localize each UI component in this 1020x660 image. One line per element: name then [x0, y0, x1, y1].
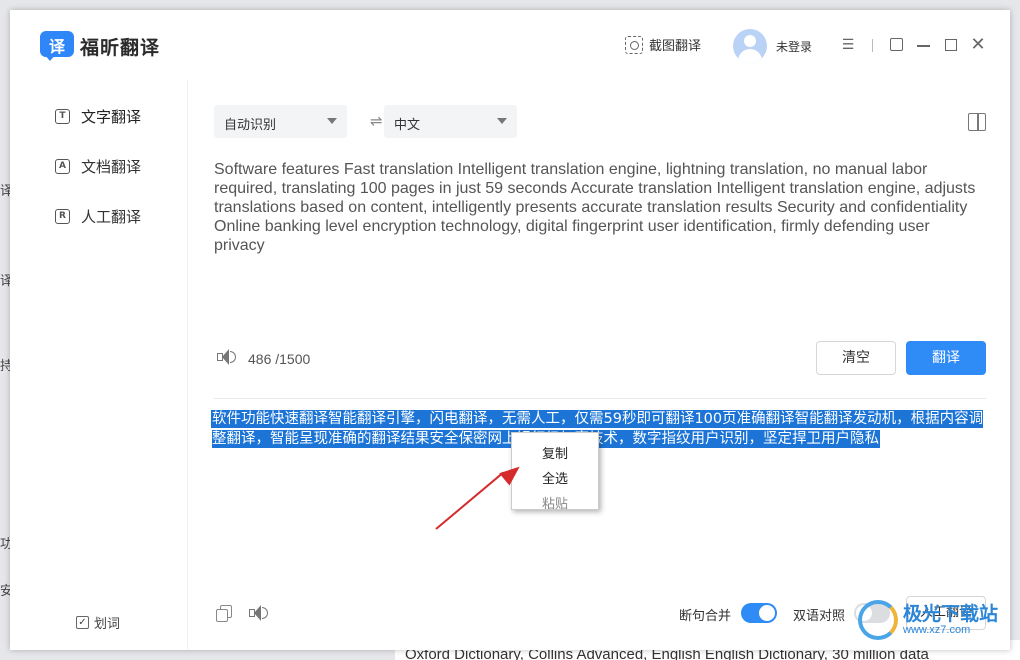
- sidebar-item-label: 文字翻译: [81, 108, 142, 126]
- close-icon[interactable]: ✕: [970, 36, 986, 54]
- app-name: 福昕翻译: [80, 36, 161, 59]
- logo-icon: 译: [40, 31, 74, 61]
- text-translate-icon: T: [55, 109, 70, 124]
- sidebar-item-human-translate[interactable]: R 人工翻译: [55, 206, 141, 227]
- bilingual-label: 双语对照: [793, 609, 846, 624]
- source-language-value: 自动识别: [224, 118, 277, 133]
- word-pick-checkbox[interactable]: ✓: [76, 616, 89, 629]
- sidebar-item-label: 文档翻译: [81, 158, 142, 176]
- watermark-title: 极光下载站: [903, 603, 999, 625]
- pin-icon[interactable]: [889, 37, 905, 53]
- app-window: 译 福昕翻译 截图翻译 未登录 ☰ ✕ T 文字翻译 A 文档翻译 R 人工翻译…: [10, 10, 1010, 650]
- maximize-icon[interactable]: [943, 37, 959, 53]
- user-status: 未登录: [776, 39, 813, 54]
- target-language-value: 中文: [394, 118, 421, 133]
- sidebar-item-label: 人工翻译: [81, 208, 142, 226]
- menu-icon[interactable]: ☰: [840, 37, 856, 53]
- background-text-fragment: 持: [0, 359, 10, 374]
- result-text-area[interactable]: 软件功能快速翻译智能翻译引擎，闪电翻译，无需人工，仅需59秒即可翻译100页准确…: [212, 410, 987, 449]
- clear-button[interactable]: 清空: [816, 341, 896, 375]
- background-text-fragment: 功: [0, 537, 10, 552]
- source-language-select[interactable]: 自动识别: [214, 105, 347, 138]
- context-menu-copy[interactable]: 复制: [512, 443, 598, 462]
- user-login[interactable]: 未登录: [733, 29, 812, 63]
- speaker-icon[interactable]: [248, 604, 268, 622]
- titlebar-divider: [872, 39, 873, 52]
- minimize-icon[interactable]: [916, 37, 932, 53]
- context-menu-paste: 粘贴: [541, 497, 568, 512]
- swap-languages-icon[interactable]: ⇌: [370, 112, 383, 130]
- app-logo: 译 福昕翻译: [40, 31, 160, 61]
- sidebar-item-document-translate[interactable]: A 文档翻译: [55, 156, 141, 177]
- sidebar: T 文字翻译 A 文档翻译 R 人工翻译 ✓ 划词: [10, 80, 188, 650]
- sidebar-item-text-translate[interactable]: T 文字翻译: [55, 106, 141, 127]
- titlebar: 译 福昕翻译 截图翻译 未登录 ☰ ✕: [10, 10, 1010, 80]
- screenshot-translate-button[interactable]: 截图翻译: [625, 35, 701, 54]
- layout-toggle-icon[interactable]: [968, 113, 986, 131]
- annotation-arrow: [435, 471, 505, 530]
- translate-button[interactable]: 翻译: [906, 341, 986, 375]
- site-watermark: 极光下载站 www.xz7.com: [858, 600, 998, 640]
- background-text-fragment: 译: [0, 274, 10, 289]
- document-translate-icon: A: [55, 159, 70, 174]
- speaker-icon[interactable]: [216, 348, 236, 366]
- sentence-merge-toggle[interactable]: [741, 603, 777, 623]
- panel-divider: [214, 398, 986, 399]
- source-text-area[interactable]: Software features Fast translation Intel…: [214, 160, 984, 255]
- background-text-fragment: 译，: [0, 184, 10, 199]
- background-text-fragment: 安: [0, 584, 10, 599]
- word-pick-toggle[interactable]: ✓ 划词: [76, 613, 120, 632]
- chevron-down-icon: [327, 118, 337, 124]
- watermark-url: www.xz7.com: [903, 624, 971, 636]
- target-language-select[interactable]: 中文: [384, 105, 517, 138]
- copy-icon[interactable]: [216, 605, 232, 622]
- translate-panel: 自动识别 ⇌ 中文 Software features Fast transla…: [188, 80, 1010, 650]
- char-count: 486 /1500: [248, 351, 311, 367]
- human-translate-icon: R: [55, 209, 70, 224]
- sentence-merge-label: 断句合并: [679, 609, 732, 624]
- chevron-down-icon: [497, 118, 507, 124]
- screenshot-translate-label: 截图翻译: [649, 39, 702, 54]
- watermark-logo-icon: [858, 600, 898, 640]
- word-pick-label: 划词: [94, 617, 121, 632]
- context-menu-select-all[interactable]: 全选: [512, 468, 598, 487]
- avatar-icon: [733, 29, 767, 63]
- camera-icon: [625, 35, 643, 54]
